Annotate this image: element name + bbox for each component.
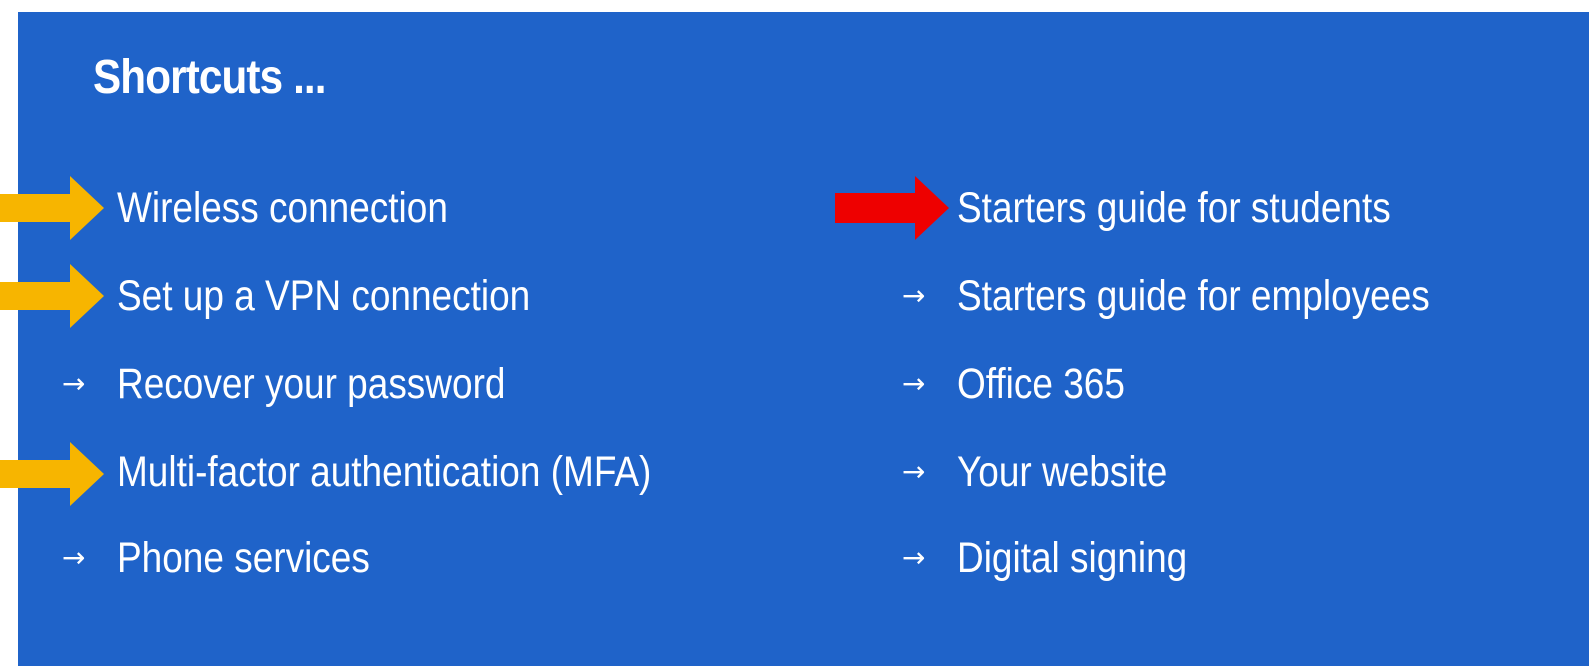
arrow-right-icon: →: [902, 541, 926, 574]
red-highlight-arrow-icon: [835, 176, 949, 240]
shortcut-label: Recover your password: [117, 360, 506, 408]
shortcut-label: Set up a VPN connection: [117, 272, 531, 320]
shortcut-label: Multi-factor authentication (MFA): [117, 448, 652, 496]
arrow-right-icon: →: [62, 541, 86, 574]
shortcut-label: Starters guide for employees: [957, 272, 1430, 320]
shortcut-label: Phone services: [117, 534, 370, 582]
shortcut-label: Digital signing: [957, 534, 1188, 582]
shortcuts-title: Shortcuts ...: [93, 51, 327, 104]
arrow-right-icon: →: [62, 367, 86, 400]
arrow-right-icon: →: [902, 367, 926, 400]
shortcut-label: Wireless connection: [117, 184, 448, 232]
arrow-right-icon: →: [902, 279, 926, 312]
orange-highlight-arrow-icon: [0, 442, 104, 506]
shortcut-label: Starters guide for students: [957, 184, 1391, 232]
arrow-right-icon: →: [902, 455, 926, 488]
shortcut-label: Your website: [957, 448, 1168, 496]
orange-highlight-arrow-icon: [0, 264, 104, 328]
orange-highlight-arrow-icon: [0, 176, 104, 240]
shortcut-label: Office 365: [957, 360, 1125, 408]
